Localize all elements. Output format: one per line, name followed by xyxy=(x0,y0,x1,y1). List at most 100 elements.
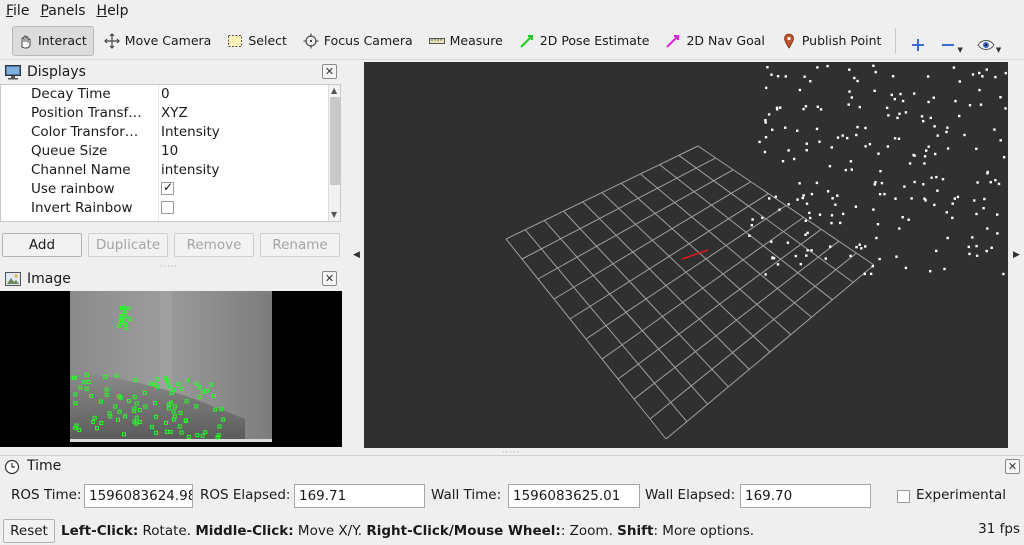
hint-desc: Move X/Y. xyxy=(293,523,367,539)
close-icon[interactable]: ✕ xyxy=(322,271,337,286)
duplicate-button[interactable]: Duplicate xyxy=(88,233,168,257)
image-panel-title: Image xyxy=(27,271,71,287)
property-value[interactable]: 10 xyxy=(161,143,178,159)
cloud-point xyxy=(968,104,972,107)
menu-panels[interactable]: Panels xyxy=(34,0,90,22)
cloud-point xyxy=(803,75,806,78)
cloud-point xyxy=(893,97,896,101)
cloud-point xyxy=(850,96,853,99)
focus-camera-tool-button[interactable]: Focus Camera xyxy=(299,26,419,56)
wall-time-field[interactable]: 1596083625.01 xyxy=(508,484,640,508)
remove-tool-button[interactable]: ▼ xyxy=(934,26,968,56)
menu-file[interactable]: File xyxy=(0,0,34,22)
cloud-point xyxy=(855,245,858,249)
invert-rainbow-checkbox[interactable] xyxy=(161,201,174,214)
pose-estimate-tool-label: 2D Pose Estimate xyxy=(539,33,650,48)
publish-point-tool-button[interactable]: Publish Point xyxy=(777,26,888,56)
cloud-point xyxy=(986,227,989,230)
cloud-point xyxy=(770,240,773,243)
cloud-point xyxy=(830,214,834,217)
cloud-point xyxy=(805,149,808,152)
cloud-point xyxy=(873,183,876,186)
close-icon[interactable]: ✕ xyxy=(322,64,337,79)
ros-elapsed-field[interactable]: 169.71 xyxy=(294,484,425,508)
property-row[interactable]: Color Transfor… Intensity xyxy=(1,123,327,142)
cloud-point xyxy=(842,212,845,216)
cloud-point xyxy=(804,105,808,108)
experimental-checkbox[interactable] xyxy=(897,490,910,503)
cloud-point xyxy=(846,136,849,140)
cloud-point xyxy=(958,80,961,83)
cloud-point xyxy=(848,90,851,93)
measure-tool-button[interactable]: Measure xyxy=(425,26,509,56)
cloud-point xyxy=(850,168,853,171)
view-options-button[interactable]: ▼ xyxy=(971,26,1007,56)
chevron-down-icon[interactable]: ▼ xyxy=(331,210,337,219)
grid-line xyxy=(640,173,812,318)
grid-line xyxy=(617,228,822,380)
cloud-point xyxy=(903,185,906,188)
close-icon[interactable]: ✕ xyxy=(1005,459,1020,474)
cloud-point xyxy=(858,243,861,246)
displays-panel-header: Displays ✕ xyxy=(0,61,342,83)
cloud-point xyxy=(896,116,899,120)
cloud-point xyxy=(848,68,851,71)
cloud-point xyxy=(901,216,904,219)
pose-estimate-tool-button[interactable]: 2D Pose Estimate xyxy=(515,26,656,56)
collapse-left-arrow-icon[interactable]: ◀ xyxy=(353,250,360,260)
select-tool-button[interactable]: Select xyxy=(223,26,293,56)
use-rainbow-checkbox[interactable] xyxy=(161,180,174,195)
property-row[interactable]: Use rainbow xyxy=(1,180,327,199)
cursor-icon xyxy=(21,35,31,48)
move-camera-tool-button[interactable]: Move Camera xyxy=(100,26,218,56)
reset-button[interactable]: Reset xyxy=(3,519,55,543)
property-value[interactable]: Intensity xyxy=(161,124,220,140)
property-value[interactable]: intensity xyxy=(161,162,220,178)
cloud-point xyxy=(904,111,908,114)
property-value[interactable]: XYZ xyxy=(161,105,188,121)
nav-goal-tool-button[interactable]: 2D Nav Goal xyxy=(661,26,770,56)
cloud-point xyxy=(853,76,856,80)
rename-button[interactable]: Rename xyxy=(260,233,340,257)
add-button[interactable]: Add xyxy=(2,233,82,257)
property-row[interactable]: Position Transf… XYZ xyxy=(1,104,327,123)
camera-image-view[interactable] xyxy=(0,291,342,447)
cloud-point xyxy=(929,116,932,120)
cloud-point xyxy=(793,157,796,161)
displays-scrollbar[interactable]: ▲ ▼ xyxy=(328,85,340,221)
cloud-point xyxy=(875,236,878,240)
cloud-point xyxy=(1004,107,1007,110)
property-row[interactable]: Queue Size 10 xyxy=(1,142,327,161)
property-value[interactable]: 0 xyxy=(161,86,170,102)
displays-property-tree[interactable]: Decay Time 0 Position Transf… XYZ Color … xyxy=(0,84,341,222)
menu-help[interactable]: Help xyxy=(91,0,134,22)
cloud-point xyxy=(763,150,767,154)
cloud-point xyxy=(856,79,859,83)
remove-button[interactable]: Remove xyxy=(174,233,254,257)
ruler-icon xyxy=(428,37,445,44)
cloud-point xyxy=(883,192,886,196)
render-3d-canvas xyxy=(505,64,1007,440)
cloud-point xyxy=(922,119,925,123)
ros-time-field[interactable]: 1596083624.98 xyxy=(84,484,193,508)
property-row[interactable]: Invert Rainbow xyxy=(1,199,327,218)
grid-line xyxy=(665,264,875,440)
add-tool-button[interactable] xyxy=(904,26,932,56)
cloud-point xyxy=(751,218,754,221)
cloud-point xyxy=(839,221,842,225)
scrollbar-thumb[interactable] xyxy=(330,97,340,185)
cloud-point xyxy=(887,114,890,117)
wall-elapsed-field[interactable]: 169.70 xyxy=(740,484,871,508)
property-row[interactable]: Decay Time 0 xyxy=(1,85,327,104)
cloud-point xyxy=(776,75,780,78)
cloud-point xyxy=(971,73,975,76)
collapse-right-arrow-icon[interactable]: ▶ xyxy=(1013,250,1020,260)
measure-tool-label: Measure xyxy=(449,33,503,48)
render-3d-view[interactable] xyxy=(364,62,1008,448)
cloud-point xyxy=(935,175,938,179)
cloud-point xyxy=(908,162,912,165)
cloud-point xyxy=(936,189,939,192)
property-row[interactable]: Channel Name intensity xyxy=(1,161,327,180)
chevron-up-icon[interactable]: ▲ xyxy=(331,86,337,95)
interact-tool-button[interactable]: Interact xyxy=(12,25,94,56)
